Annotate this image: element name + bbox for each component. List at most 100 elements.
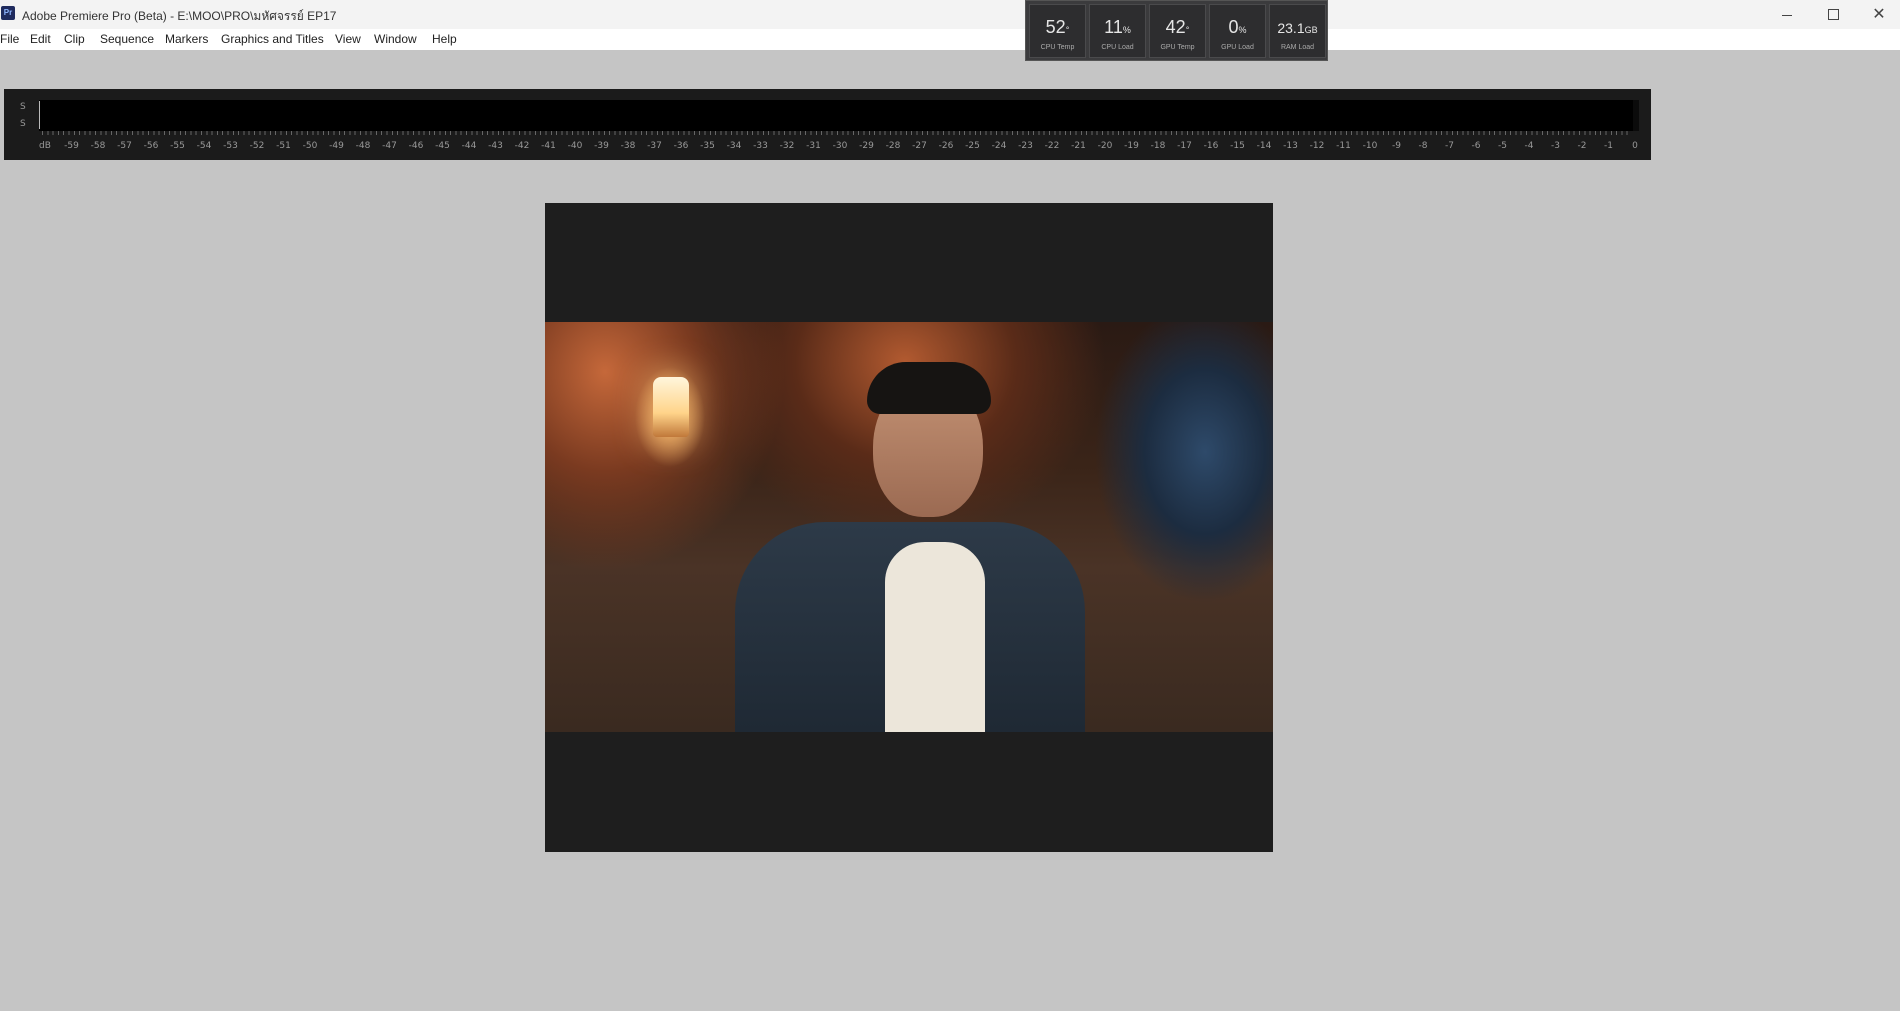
db-scale-label: -16 — [1203, 141, 1219, 151]
db-scale-label: -50 — [302, 141, 318, 151]
ram-load-tile: 23.1GB RAM Load — [1269, 4, 1326, 58]
db-scale-ticks — [42, 131, 1632, 135]
cpu-load-value: 11 — [1104, 17, 1123, 37]
cpu-load-label: CPU Load — [1101, 44, 1134, 51]
db-scale-label: -49 — [329, 141, 344, 151]
menu-bar: File Edit Clip Sequence Markers Graphics… — [0, 29, 1900, 50]
db-scale-label: -13 — [1283, 141, 1298, 151]
gpu-load-label: GPU Load — [1221, 44, 1254, 51]
db-scale-label: -47 — [382, 141, 397, 151]
db-scale-label: -35 — [700, 141, 715, 151]
channel-label-right[interactable]: S — [20, 119, 26, 129]
db-scale-label: -23 — [1018, 141, 1033, 151]
gpu-temp-value: 42 — [1165, 17, 1186, 37]
db-scale-label: -55 — [170, 141, 185, 151]
db-scale-label: -28 — [885, 141, 901, 151]
db-scale-label: -46 — [408, 141, 424, 151]
db-scale-label: -15 — [1230, 141, 1245, 151]
db-scale-label: -30 — [832, 141, 848, 151]
db-scale-label: -48 — [355, 141, 371, 151]
menu-help[interactable]: Help — [432, 32, 457, 46]
db-scale-label: -6 — [1471, 141, 1481, 151]
db-scale-label: -40 — [567, 141, 583, 151]
menu-clip[interactable]: Clip — [64, 32, 85, 46]
db-scale-label: -3 — [1551, 141, 1560, 151]
db-scale-label: -32 — [779, 141, 795, 151]
ram-load-value: 23.1 — [1277, 20, 1305, 36]
cpu-load-tile: 11% CPU Load — [1089, 4, 1146, 58]
close-button[interactable]: ✕ — [1856, 0, 1900, 29]
cpu-temp-tile: 52° CPU Temp — [1029, 4, 1086, 58]
cpu-load-unit: % — [1122, 25, 1131, 35]
db-scale-label: -44 — [461, 141, 477, 151]
channel-label-left[interactable]: S — [20, 102, 26, 112]
db-scale-label: -12 — [1309, 141, 1325, 151]
menu-edit[interactable]: Edit — [30, 32, 51, 46]
gpu-load-value: 0 — [1228, 17, 1239, 37]
gpu-temp-label: GPU Temp — [1160, 44, 1195, 51]
db-scale-label: -10 — [1362, 141, 1378, 151]
db-scale-label: -52 — [249, 141, 265, 151]
db-scale-label: -57 — [117, 141, 132, 151]
db-scale-label: 0 — [1632, 141, 1638, 151]
maximize-icon — [1827, 8, 1839, 20]
db-scale-label: -17 — [1177, 141, 1192, 151]
db-scale-label: -33 — [753, 141, 768, 151]
ram-load-label: RAM Load — [1280, 44, 1315, 51]
maximize-button[interactable] — [1810, 0, 1856, 29]
db-scale-label: -2 — [1577, 141, 1587, 151]
db-scale-label: -41 — [541, 141, 556, 151]
db-scale-label: -38 — [620, 141, 636, 151]
db-scale-label: -36 — [673, 141, 689, 151]
menu-sequence[interactable]: Sequence — [100, 32, 154, 46]
db-scale-label: dB — [39, 141, 51, 151]
db-scale-label: -9 — [1392, 141, 1401, 151]
audio-meters-panel: S S dB -59 -58 -57 -56 -55 -54 -53 -52 -51 -50 -49-… — [4, 89, 1651, 160]
db-scale-label: -19 — [1124, 141, 1139, 151]
meter-playhead — [39, 101, 40, 129]
menu-window[interactable]: Window — [374, 32, 417, 46]
menu-markers[interactable]: Markers — [165, 32, 208, 46]
gpu-load-tile: 0% GPU Load — [1209, 4, 1266, 58]
db-scale-label: -5 — [1498, 141, 1507, 151]
menu-view[interactable]: View — [335, 32, 361, 46]
db-scale: dB -59 -58 -57 -56 -55 -54 -53 -52 -51 -50 -49 -48 -4… — [39, 131, 1638, 157]
db-scale-label: -18 — [1150, 141, 1166, 151]
meter-clip-indicator[interactable] — [1633, 100, 1639, 131]
cpu-temp-label: CPU Temp — [1040, 44, 1075, 51]
db-scale-label: -20 — [1097, 141, 1113, 151]
minimize-button[interactable] — [1764, 0, 1810, 29]
video-frame[interactable] — [545, 322, 1273, 732]
cpu-temp-value: 52 — [1045, 17, 1066, 37]
gpu-temp-tile: 42° GPU Temp — [1149, 4, 1206, 58]
gpu-temp-unit: ° — [1185, 25, 1190, 35]
menu-graphics-and-titles[interactable]: Graphics and Titles — [221, 32, 324, 46]
db-scale-label: -27 — [912, 141, 927, 151]
hardware-monitor-widget: 52° CPU Temp 11% CPU Load 42° GPU Temp 0… — [1025, 0, 1328, 61]
db-scale-label: -24 — [991, 141, 1007, 151]
db-scale-label: -53 — [223, 141, 238, 151]
person-shirt — [885, 542, 985, 732]
db-scale-label: -26 — [938, 141, 954, 151]
db-scale-label: -45 — [435, 141, 450, 151]
db-scale-label: -8 — [1418, 141, 1428, 151]
db-scale-label: -37 — [647, 141, 662, 151]
db-scale-label: -34 — [726, 141, 742, 151]
minimize-icon — [1782, 14, 1792, 16]
db-scale-label: -14 — [1256, 141, 1272, 151]
title-bar: Pr Adobe Premiere Pro (Beta) - E:\MOO\PR… — [0, 0, 1900, 29]
db-scale-label: -4 — [1524, 141, 1534, 151]
ram-load-unit: GB — [1304, 25, 1318, 35]
db-scale-label: -59 — [64, 141, 79, 151]
db-scale-label: -31 — [806, 141, 821, 151]
db-scale-label: -56 — [143, 141, 159, 151]
audio-level-bar — [39, 100, 1633, 131]
db-scale-label: -11 — [1336, 141, 1351, 151]
gpu-load-unit: % — [1238, 25, 1247, 35]
db-scale-label: -21 — [1071, 141, 1086, 151]
db-scale-label: -39 — [594, 141, 609, 151]
program-monitor[interactable] — [545, 203, 1273, 852]
db-scale-label: -42 — [514, 141, 530, 151]
menu-file[interactable]: File — [0, 32, 19, 46]
db-scale-label: -54 — [196, 141, 212, 151]
